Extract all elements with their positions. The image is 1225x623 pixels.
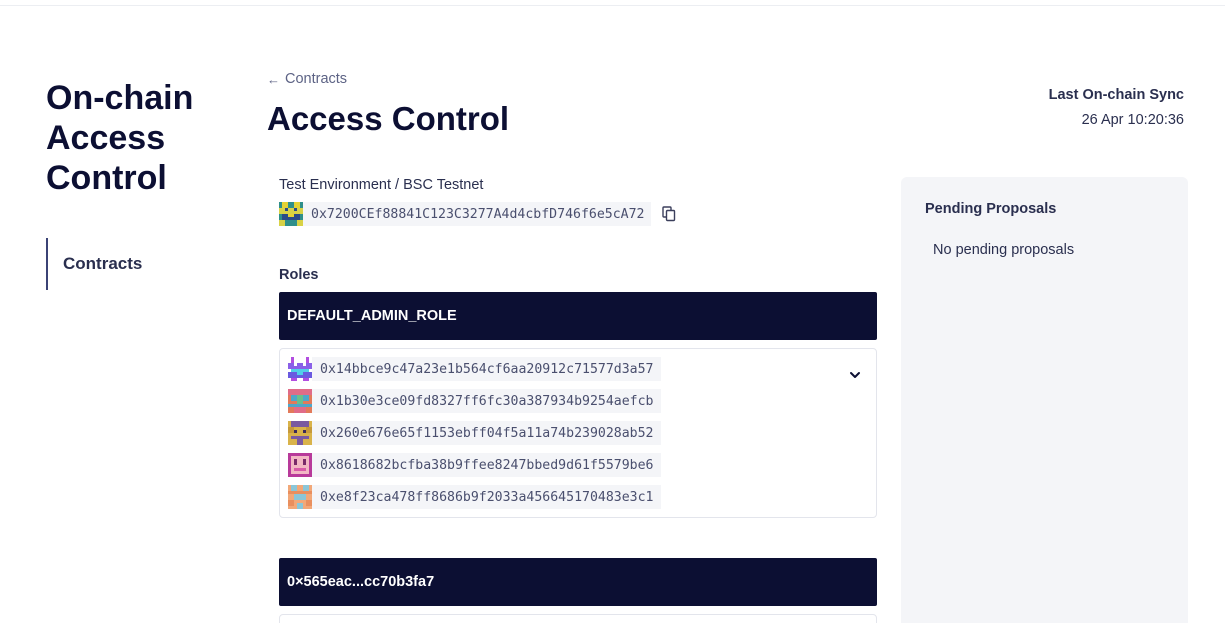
member-address: 0x8618682bcfba38b9ffee8247bbed9d61f5579b… [312, 453, 662, 477]
identicon-icon [288, 453, 312, 477]
role-header-secondary[interactable]: 0×565eac...cc70b3fa7 [279, 558, 877, 606]
member-address: 0x1b30e3ce09fd8327ff6fc30a387934b9254aef… [312, 389, 662, 413]
top-divider [0, 5, 1225, 6]
identicon-icon [279, 202, 303, 226]
identicon-icon [288, 357, 312, 381]
contract-address: 0x7200CEf88841C123C3277A4d4cbfD746f6e5cA… [303, 202, 652, 226]
pending-proposals-title: Pending Proposals [925, 201, 1057, 217]
copy-icon[interactable] [662, 206, 676, 222]
pending-proposals-empty: No pending proposals [933, 242, 1075, 258]
sidebar-item-label: Contracts [63, 254, 143, 273]
role-name: DEFAULT_ADMIN_ROLE [287, 308, 457, 324]
identicon-icon [288, 421, 312, 445]
page-title: Access Control [267, 100, 510, 137]
app-title-line: Access [46, 119, 166, 157]
role-members-panel: 0x14bbce9c47a23e1b564cf6aa20912c71577d3a… [279, 348, 877, 518]
contract-address-row: 0x7200CEf88841C123C3277A4d4cbfD746f6e5cA… [279, 202, 676, 226]
list-item: 0x260e676e65f1153ebff04f5a11a74b239028ab… [288, 421, 876, 445]
sync-info: Last On-chain Sync 26 Apr 10:20:36 [1049, 87, 1184, 128]
sync-timestamp: 26 Apr 10:20:36 [1081, 112, 1184, 128]
list-item: 0x8618682bcfba38b9ffee8247bbed9d61f5579b… [288, 453, 876, 477]
member-address: 0xe8f23ca478ff8686b9f2033a456645170483e3… [312, 485, 662, 509]
identicon-icon [288, 389, 312, 413]
role-name: 0×565eac...cc70b3fa7 [287, 574, 435, 590]
roles-label: Roles [279, 267, 319, 283]
app-title: On-chain Access Control [46, 78, 246, 198]
back-link[interactable]: ← Contracts [267, 71, 347, 87]
role-header-default-admin[interactable]: DEFAULT_ADMIN_ROLE [279, 292, 877, 340]
identicon-icon [288, 485, 312, 509]
list-item: 0x1b30e3ce09fd8327ff6fc30a387934b9254aef… [288, 389, 876, 413]
list-item: 0x14bbce9c47a23e1b564cf6aa20912c71577d3a… [288, 357, 876, 381]
member-address: 0x260e676e65f1153ebff04f5a11a74b239028ab… [312, 421, 662, 445]
app-title-line: Control [46, 159, 167, 197]
contract-environment: Test Environment / BSC Testnet [279, 177, 484, 193]
member-address: 0x14bbce9c47a23e1b564cf6aa20912c71577d3a… [312, 357, 662, 381]
chevron-down-icon[interactable] [848, 368, 862, 382]
role-members-panel [279, 614, 877, 623]
pending-proposals-panel: Pending Proposals No pending proposals [901, 177, 1188, 623]
list-item: 0xe8f23ca478ff8686b9f2033a456645170483e3… [288, 485, 876, 509]
app-title-line: On-chain [46, 79, 194, 117]
sync-label: Last On-chain Sync [1048, 87, 1184, 103]
sidebar-item-contracts[interactable]: Contracts [46, 238, 142, 290]
back-link-label: Contracts [285, 71, 348, 87]
arrow-left-icon: ← [267, 71, 280, 87]
